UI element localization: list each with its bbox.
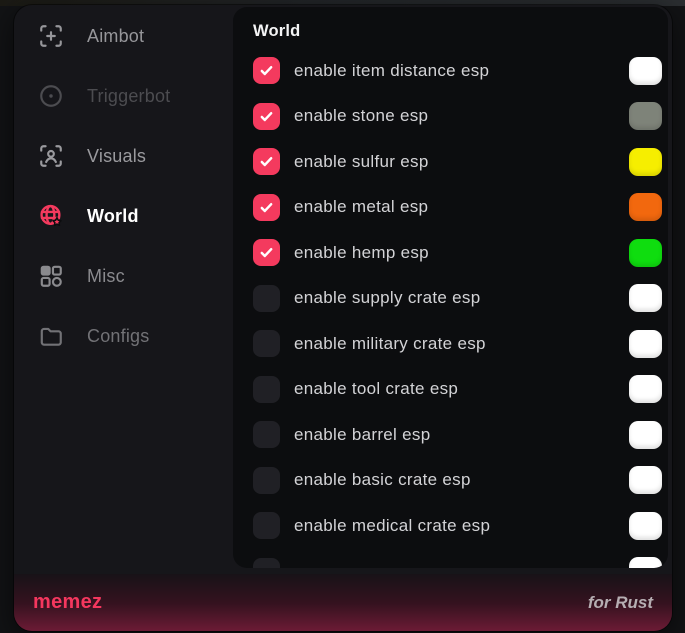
footer-bar: memez for Rust bbox=[14, 574, 672, 631]
esp-checkbox[interactable] bbox=[253, 558, 280, 568]
esp-options-list: enable item distance esp enable stone es… bbox=[233, 48, 668, 568]
sidebar-item-label: Misc bbox=[87, 266, 125, 287]
esp-checkbox[interactable] bbox=[253, 57, 280, 84]
esp-color-swatch[interactable] bbox=[629, 375, 662, 403]
esp-option-row: enable sulfur esp bbox=[233, 139, 668, 185]
esp-color-swatch[interactable] bbox=[629, 193, 662, 221]
esp-option-label: enable military crate esp bbox=[294, 334, 629, 354]
esp-option-label: enable stone esp bbox=[294, 106, 629, 126]
esp-option-row bbox=[233, 549, 668, 569]
esp-color-swatch[interactable] bbox=[629, 148, 662, 176]
esp-option-row: enable medical crate esp bbox=[233, 503, 668, 549]
brand-tagline: for Rust bbox=[588, 593, 653, 613]
esp-checkbox[interactable] bbox=[253, 467, 280, 494]
esp-option-row: enable metal esp bbox=[233, 185, 668, 231]
esp-option-row: enable military crate esp bbox=[233, 321, 668, 367]
esp-color-swatch[interactable] bbox=[629, 57, 662, 85]
sidebar-item-label: Visuals bbox=[87, 146, 146, 167]
esp-color-swatch[interactable] bbox=[629, 284, 662, 312]
esp-option-label: enable metal esp bbox=[294, 197, 629, 217]
esp-option-label: enable barrel esp bbox=[294, 425, 629, 445]
esp-color-swatch[interactable] bbox=[629, 466, 662, 494]
aimbot-crosshair-icon bbox=[38, 23, 64, 49]
esp-option-label: enable tool crate esp bbox=[294, 379, 629, 399]
brand-name: memez bbox=[33, 591, 102, 614]
esp-option-row: enable barrel esp bbox=[233, 412, 668, 458]
esp-checkbox[interactable] bbox=[253, 239, 280, 266]
esp-option-row: enable stone esp bbox=[233, 94, 668, 140]
sidebar-item-world[interactable]: World bbox=[14, 186, 233, 246]
world-globe-icon bbox=[38, 203, 64, 229]
esp-option-label: enable sulfur esp bbox=[294, 152, 629, 172]
esp-color-swatch[interactable] bbox=[629, 239, 662, 267]
esp-option-label: enable supply crate esp bbox=[294, 288, 629, 308]
configs-folder-icon bbox=[38, 323, 64, 349]
esp-option-row: enable item distance esp bbox=[233, 48, 668, 94]
sidebar-item-visuals[interactable]: Visuals bbox=[14, 126, 233, 186]
esp-option-row: enable supply crate esp bbox=[233, 276, 668, 322]
sidebar-item-triggerbot[interactable]: Triggerbot bbox=[14, 66, 233, 126]
cheat-menu-window: Aimbot Triggerbot Visuals bbox=[14, 5, 672, 631]
esp-checkbox[interactable] bbox=[253, 103, 280, 130]
esp-option-row: enable hemp esp bbox=[233, 230, 668, 276]
visuals-scan-user-icon bbox=[38, 143, 64, 169]
sidebar-item-label: Configs bbox=[87, 326, 149, 347]
esp-checkbox[interactable] bbox=[253, 421, 280, 448]
esp-color-swatch[interactable] bbox=[629, 557, 662, 568]
esp-color-swatch[interactable] bbox=[629, 102, 662, 130]
esp-option-label: enable item distance esp bbox=[294, 61, 629, 81]
sidebar-item-misc[interactable]: Misc bbox=[14, 246, 233, 306]
sidebar-item-label: Aimbot bbox=[87, 26, 144, 47]
esp-checkbox[interactable] bbox=[253, 194, 280, 221]
esp-color-swatch[interactable] bbox=[629, 421, 662, 449]
sidebar-item-configs[interactable]: Configs bbox=[14, 306, 233, 366]
panel-title: World bbox=[233, 7, 668, 41]
esp-checkbox[interactable] bbox=[253, 330, 280, 357]
esp-option-row: enable tool crate esp bbox=[233, 367, 668, 413]
sidebar-item-aimbot[interactable]: Aimbot bbox=[14, 6, 233, 66]
sidebar: Aimbot Triggerbot Visuals bbox=[14, 5, 233, 366]
esp-option-label: enable medical crate esp bbox=[294, 516, 629, 536]
sidebar-item-label: Triggerbot bbox=[87, 86, 170, 107]
esp-color-swatch[interactable] bbox=[629, 512, 662, 540]
world-settings-panel: World enable item distance esp enable st… bbox=[233, 7, 668, 568]
esp-color-swatch[interactable] bbox=[629, 330, 662, 358]
sidebar-item-label: World bbox=[87, 206, 139, 227]
esp-option-label: enable hemp esp bbox=[294, 243, 629, 263]
esp-checkbox[interactable] bbox=[253, 376, 280, 403]
esp-checkbox[interactable] bbox=[253, 512, 280, 539]
esp-option-label: enable basic crate esp bbox=[294, 470, 629, 490]
misc-shapes-icon bbox=[38, 263, 64, 289]
triggerbot-target-icon bbox=[38, 83, 64, 109]
esp-option-row: enable basic crate esp bbox=[233, 458, 668, 504]
esp-checkbox[interactable] bbox=[253, 285, 280, 312]
esp-checkbox[interactable] bbox=[253, 148, 280, 175]
